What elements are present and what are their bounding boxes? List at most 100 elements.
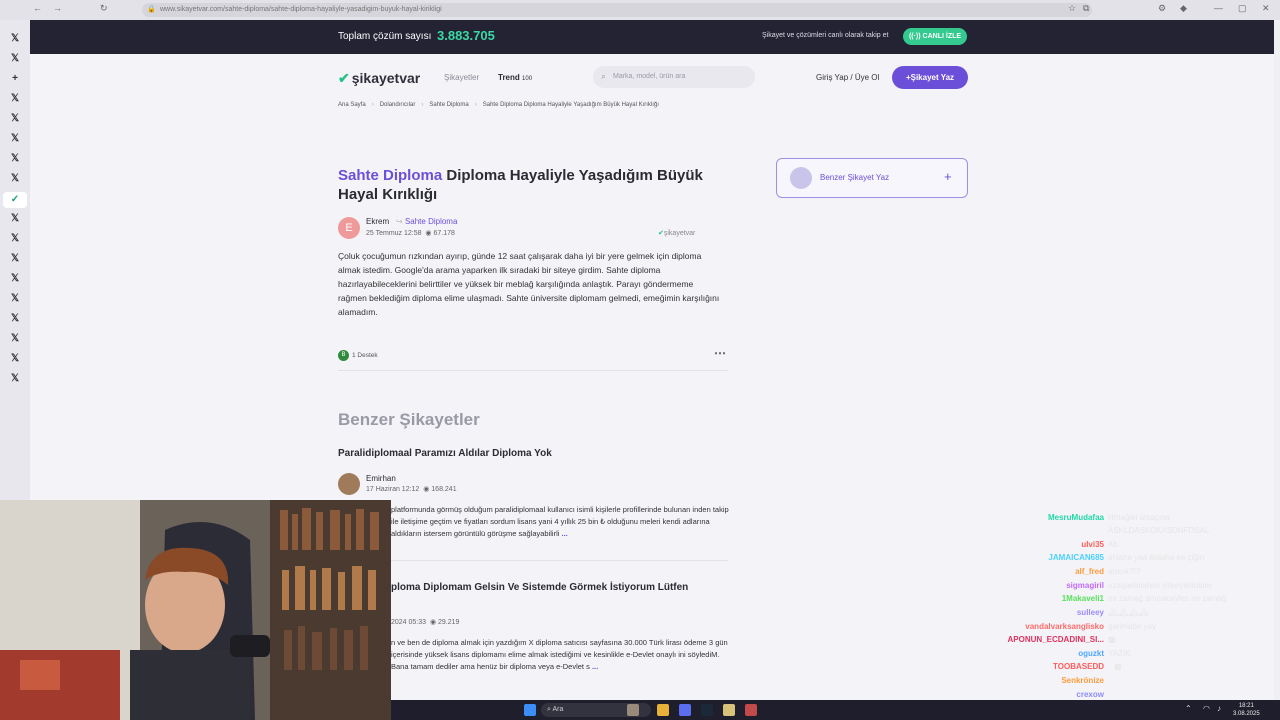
clock[interactable]: 18:21 3.08.2025	[1233, 702, 1260, 718]
similar-author[interactable]: Emirhan	[366, 474, 396, 483]
chat-message: 🏔🏔🏔🏔	[1108, 608, 1149, 617]
live-watch-label: CANLI İZLE	[922, 33, 962, 40]
read-more-link[interactable]: ...	[592, 662, 598, 671]
search-input[interactable]: ⌕ Marka, model, ürün ara	[593, 66, 755, 88]
chat-message: ne zamağ amcaksiyles ne zamağ	[1108, 594, 1227, 603]
wifi-icon[interactable]: ◠	[1203, 704, 1210, 713]
complaint-meta: 25 Temmuz 12:58 ◉ 67.178	[366, 229, 455, 237]
similar-views: 29.219	[438, 619, 460, 626]
user-avatar-icon	[790, 167, 812, 189]
similar-date: 2024 05:33	[391, 619, 427, 626]
search-placeholder: Marka, model, ürün ara	[613, 73, 686, 80]
chat-message: ASKLDASKDKASDNFDSAL	[1108, 526, 1210, 535]
tab-sikayetvar-icon[interactable]: ✓	[3, 192, 27, 208]
address-bar[interactable]: 🔒 www.sikayetvar.com/sahte-diploma/sahte…	[142, 3, 1092, 17]
more-options-icon[interactable]: ⋯	[714, 346, 727, 360]
tab-x-icon[interactable]: 𝕏	[8, 232, 22, 246]
tab-x-icon[interactable]: 𝕏	[8, 352, 22, 366]
chat-username: vandalvarksanglisko	[1025, 622, 1104, 631]
chat-message: ahlaha yaa ilailaha ee çiğin	[1108, 553, 1205, 562]
similar-write-card[interactable]: Benzer Şikayet Yaz +	[776, 158, 968, 198]
tab-x-icon[interactable]: 𝕏	[8, 152, 22, 166]
extensions-icon[interactable]: ◆	[1180, 3, 1187, 14]
close-icon[interactable]: ✕	[1262, 3, 1270, 14]
write-complaint-label: Şikayet Yaz	[910, 73, 955, 82]
chat-message: amcık?!?	[1108, 567, 1141, 576]
similar-title[interactable]: Paralidiplomaal Paramızı Aldılar Diploma…	[338, 448, 552, 459]
read-more-link[interactable]: ...	[562, 529, 568, 538]
url-text: www.sikayetvar.com/sahte-diploma/sahte-d…	[160, 6, 442, 13]
settings-icon[interactable]: ⚙	[1158, 3, 1166, 14]
breadcrumb-item-current: Sahte Diploma Diploma Hayaliyle Yaşadığı…	[482, 102, 659, 108]
volume-icon[interactable]: ♪	[1217, 704, 1221, 713]
chat-message: Hmağlel atsaçına	[1108, 513, 1170, 522]
chat-message: Ab	[1108, 540, 1118, 549]
chat-username: TOOBASEDD	[1053, 662, 1104, 671]
breadcrumb-item[interactable]: Ana Sayfa	[338, 102, 366, 108]
nav-trend-label: Trend	[498, 73, 520, 82]
tab-x-icon[interactable]: 𝕏	[8, 332, 22, 346]
file-explorer-icon[interactable]	[657, 704, 669, 716]
back-arrow-icon[interactable]: ←	[33, 3, 42, 13]
chrome-icon[interactable]	[723, 704, 735, 716]
tab-x-icon[interactable]: 𝕏	[8, 172, 22, 186]
similar-write-label: Benzer Şikayet Yaz	[820, 173, 890, 182]
tab-x-icon[interactable]: 𝕏	[8, 112, 22, 126]
maximize-icon[interactable]: ▢	[1238, 3, 1247, 14]
widget-icon[interactable]	[627, 704, 639, 716]
app-icon[interactable]	[745, 704, 757, 716]
tab-x-icon[interactable]: 𝕏	[8, 92, 22, 106]
similar-title[interactable]: ploma Diplomam Gelsin Ve Sistemde Görmek…	[391, 582, 688, 593]
chat-username: alf_fred	[1075, 567, 1104, 576]
divider	[338, 370, 728, 371]
write-complaint-button[interactable]: +Şikayet Yaz	[892, 66, 968, 89]
tab-x-icon[interactable]: 𝕏	[8, 312, 22, 326]
chat-username: ulvi35	[1081, 540, 1104, 549]
breadcrumb: Ana Sayfa › Dolandırıcılar › Sahte Diploma › S…	[338, 102, 659, 108]
nav-trend[interactable]: Trend 100	[498, 73, 532, 82]
new-tab-icon[interactable]: +	[8, 72, 22, 86]
similar-excerpt: n ve ben de diploma almak için yazdığım …	[391, 637, 731, 673]
steam-icon[interactable]	[701, 704, 713, 716]
minimize-icon[interactable]: —	[1214, 3, 1223, 13]
share-arrow-icon: ↪	[396, 217, 405, 226]
title-category[interactable]: Sahte Diploma	[338, 167, 442, 184]
breadcrumb-item[interactable]: Dolandırıcılar	[380, 102, 416, 108]
nav-trend-badge: 100	[522, 76, 533, 82]
forward-arrow-icon[interactable]: →	[53, 3, 62, 13]
discord-icon[interactable]	[679, 704, 691, 716]
chat-username: sigmagiril	[1066, 581, 1104, 590]
nav-complaints[interactable]: Şikayetler	[444, 73, 479, 82]
watermark-logo: ✔şikayetvar	[658, 230, 696, 237]
live-watch-button[interactable]: ((·)) CANLI İZLE	[903, 28, 967, 45]
share-icon[interactable]: ⧉	[1083, 3, 1089, 14]
chat-username: 1Makaveli1	[1061, 594, 1104, 603]
bookmark-icon[interactable]: ☆	[1068, 3, 1076, 14]
scrollbar[interactable]	[1274, 20, 1280, 700]
lock-icon: 🔒	[147, 6, 156, 13]
chevron-up-icon[interactable]: ⌃	[1185, 704, 1192, 713]
tab-x-icon[interactable]: 𝕏	[8, 32, 22, 46]
site-logo[interactable]: ✔ şikayetvar	[338, 70, 420, 87]
chat-message: garimabe yay	[1108, 622, 1157, 631]
similar-excerpt-text: platformunda görmüş olduğum paralidiplom…	[391, 505, 729, 538]
tab-x-icon[interactable]: 𝕏	[8, 372, 22, 386]
support-count[interactable]: B1 Destek	[338, 350, 378, 361]
similar-excerpt: platformunda görmüş olduğum paralidiplom…	[391, 504, 731, 540]
category-link[interactable]: ↪ Sahte Diploma	[396, 217, 457, 226]
breadcrumb-item[interactable]: Sahte Diploma	[429, 102, 468, 108]
tab-x-icon[interactable]: 𝕏	[8, 132, 22, 146]
tab-x-icon[interactable]: 𝕏	[8, 252, 22, 266]
reload-icon[interactable]: ↻	[100, 3, 108, 14]
tab-x-icon[interactable]: 𝕏	[8, 292, 22, 306]
chat-username: Senkrönize	[1061, 676, 1104, 685]
author-name[interactable]: Ekrem	[366, 217, 389, 226]
chevron-right-icon: ›	[371, 102, 374, 108]
chat-message: YAZIK	[1108, 649, 1131, 658]
windows-start-icon[interactable]	[524, 704, 536, 716]
tab-x-icon[interactable]: 𝕏	[8, 272, 22, 286]
login-link[interactable]: Giriş Yap / Üye Ol	[816, 73, 879, 82]
tab-x-icon[interactable]: 𝕏	[8, 212, 22, 226]
eye-icon: ◉	[425, 230, 432, 237]
tab-x-icon[interactable]: 𝕏	[8, 52, 22, 66]
